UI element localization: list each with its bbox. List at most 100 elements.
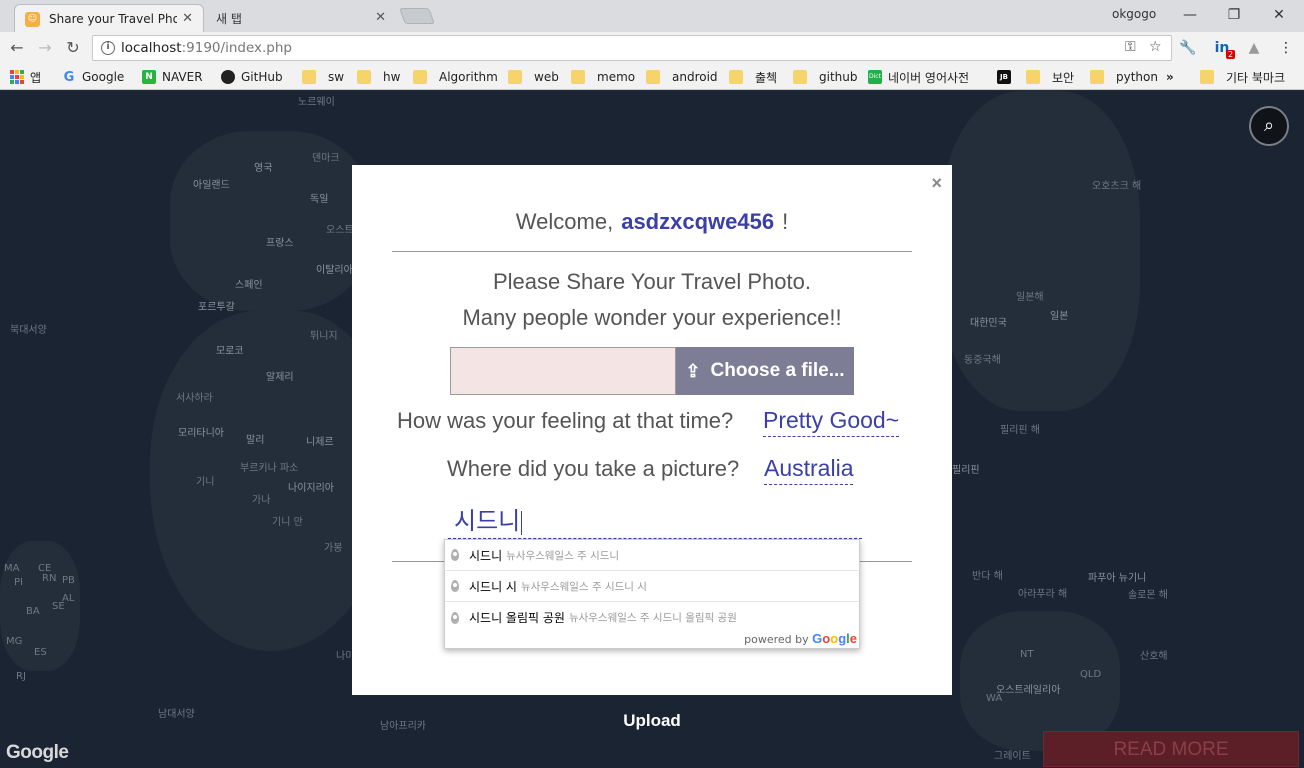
bookmarks-overflow-button[interactable]: » [1166, 68, 1174, 86]
map-label: 프랑스 [266, 238, 294, 249]
address-bar[interactable]: i localhost:9190/index.php ⚿ ☆ [92, 35, 1172, 61]
tab-new-tab[interactable]: 새 탭 ✕ [206, 4, 396, 32]
menu-icon[interactable]: ⋮ [1276, 38, 1296, 58]
folder-icon [1090, 70, 1104, 84]
back-icon[interactable]: ← [6, 37, 28, 59]
bookmark-android[interactable]: android [646, 68, 718, 86]
dict-icon: Dict [868, 70, 882, 84]
extension-badge: 2 [1226, 50, 1236, 59]
bookmark-naver-dict[interactable]: Dict 네이버 영어사전 [868, 68, 969, 86]
drive-extension-icon[interactable]: ▲ [1244, 38, 1264, 58]
autocomplete-item[interactable]: 시드니 뉴사우스웨일스 주 시드니 [445, 540, 859, 571]
username: asdzxcqwe456 [621, 209, 775, 234]
map-label: BA [26, 606, 40, 617]
minimize-icon[interactable]: — [1175, 4, 1205, 26]
bookmark-security[interactable]: 보안 [1026, 68, 1074, 86]
place-search-input[interactable]: 시드니 [448, 501, 862, 539]
reload-icon[interactable]: ↻ [62, 37, 84, 59]
map-label: 부르키나 파소 [240, 463, 299, 474]
bookmark-python[interactable]: python [1090, 68, 1158, 86]
site-info-icon[interactable]: i [101, 41, 115, 55]
map-label: 서사하라 [176, 393, 213, 404]
map-label: 가나 [252, 495, 271, 506]
folder-icon [646, 70, 660, 84]
share-prompt: Please Share Your Travel Photo. [493, 269, 811, 294]
folder-icon [1026, 70, 1040, 84]
welcome-heading: Welcome, asdzxcqwe456! [515, 209, 789, 234]
profile-name[interactable]: okgogo [1112, 7, 1156, 21]
key-icon[interactable]: ⚿ [1125, 39, 1136, 55]
bookmark-algorithm[interactable]: Algorithm [413, 68, 498, 86]
binoculars-icon[interactable]: ⌕ [1249, 106, 1289, 146]
tab-close-icon[interactable]: ✕ [375, 10, 386, 25]
map-label: 말리 [246, 435, 265, 446]
map-label: 남아프리카 [380, 721, 426, 732]
upload-button[interactable]: Upload [600, 711, 704, 735]
autocomplete-item[interactable]: 시드니 올림픽 공원 뉴사우스웨일스 주 시드니 올림픽 공원 [445, 602, 859, 633]
bookmark-star-icon[interactable]: ☆ [1149, 39, 1162, 55]
bookmarks-bar: 앱 G Google N NAVER GitHub sw hw Algorithm … [0, 64, 1304, 90]
folder-icon [357, 70, 371, 84]
tab-share-travel-photo[interactable]: ☺ Share your Travel Photo ✕ [14, 4, 204, 32]
feeling-question: How was your feeling at that time? [397, 408, 734, 433]
feeling-answer[interactable]: Pretty Good~ [763, 407, 900, 437]
choose-file-button[interactable]: ⇪ Choose a file... [676, 347, 854, 395]
bookmark-checkin[interactable]: 출첵 [729, 68, 777, 86]
folder-icon [302, 70, 316, 84]
bookmark-web[interactable]: web [508, 68, 559, 86]
apps-icon [10, 70, 24, 84]
forward-icon[interactable]: → [34, 37, 56, 59]
share-subprompt: Many people wonder your experience!! [462, 305, 842, 330]
bookmark-sw[interactable]: sw [302, 68, 344, 86]
new-tab-button[interactable] [399, 8, 435, 24]
bookmark-github[interactable]: GitHub [221, 68, 283, 86]
map-label: RN [42, 573, 57, 584]
map-pin-icon [451, 549, 459, 561]
read-more-button[interactable]: READ MORE [1043, 731, 1299, 767]
map-label: QLD [1080, 669, 1102, 680]
modal-close-icon[interactable]: × [931, 173, 942, 194]
autocomplete-item[interactable]: 시드니 시 뉴사우스웨일스 주 시드니 시 [445, 571, 859, 602]
map-label: 포르투갈 [198, 302, 235, 313]
url-text[interactable]: localhost:9190/index.php [121, 40, 292, 56]
bookmark-apps[interactable]: 앱 [10, 68, 41, 86]
map-pin-icon [451, 580, 459, 592]
google-map-logo: Google [6, 742, 69, 763]
map-label: 오스트레일리아 [996, 685, 1061, 696]
bookmark-naver[interactable]: N NAVER [142, 68, 203, 86]
bookmark-hw[interactable]: hw [357, 68, 400, 86]
map-label: 오호츠크 해 [1092, 181, 1142, 192]
map-label: PI [14, 577, 23, 588]
extension-wrench-icon[interactable]: 🔧 [1178, 38, 1198, 58]
map-label: 아일랜드 [193, 180, 230, 191]
powered-by-google: powered by Google [744, 631, 857, 646]
place-answer[interactable]: Australia [764, 455, 854, 485]
tab-title: Share your Travel Photo [49, 11, 177, 26]
map-label: ES [34, 647, 47, 658]
bookmark-other[interactable]: 기타 북마크 [1200, 68, 1285, 86]
folder-icon [508, 70, 522, 84]
map-label: 일본 [1050, 311, 1069, 322]
window-close-icon[interactable]: ✕ [1264, 4, 1294, 26]
folder-icon [729, 70, 743, 84]
google-wordmark: Google [812, 631, 857, 646]
map-label: NT [1020, 649, 1034, 660]
map-label: 북대서양 [10, 325, 47, 336]
file-name-field[interactable] [450, 347, 676, 395]
place-question: Where did you take a picture? [447, 456, 740, 481]
map-label: 나이지리아 [288, 483, 334, 494]
tab-close-icon[interactable]: ✕ [182, 11, 193, 26]
bookmark-google[interactable]: G Google [62, 68, 125, 86]
site-favicon-icon: ☺ [25, 12, 40, 27]
map-label: 반다 해 [972, 571, 1003, 582]
bookmark-github-folder[interactable]: github [793, 68, 857, 86]
browser-toolbar: ← → ↻ i localhost:9190/index.php ⚿ ☆ 🔧 i… [0, 32, 1304, 64]
map-label: 스페인 [235, 280, 263, 291]
map-label: 동중국해 [964, 355, 1001, 366]
map-label: 남대서양 [158, 709, 195, 720]
map-label: 대한민국 [970, 318, 1007, 329]
restore-icon[interactable]: ❐ [1219, 4, 1249, 26]
map-label: 일본해 [1016, 292, 1044, 303]
bookmark-memo[interactable]: memo [571, 68, 635, 86]
bookmark-jb[interactable]: JB [997, 68, 1017, 86]
